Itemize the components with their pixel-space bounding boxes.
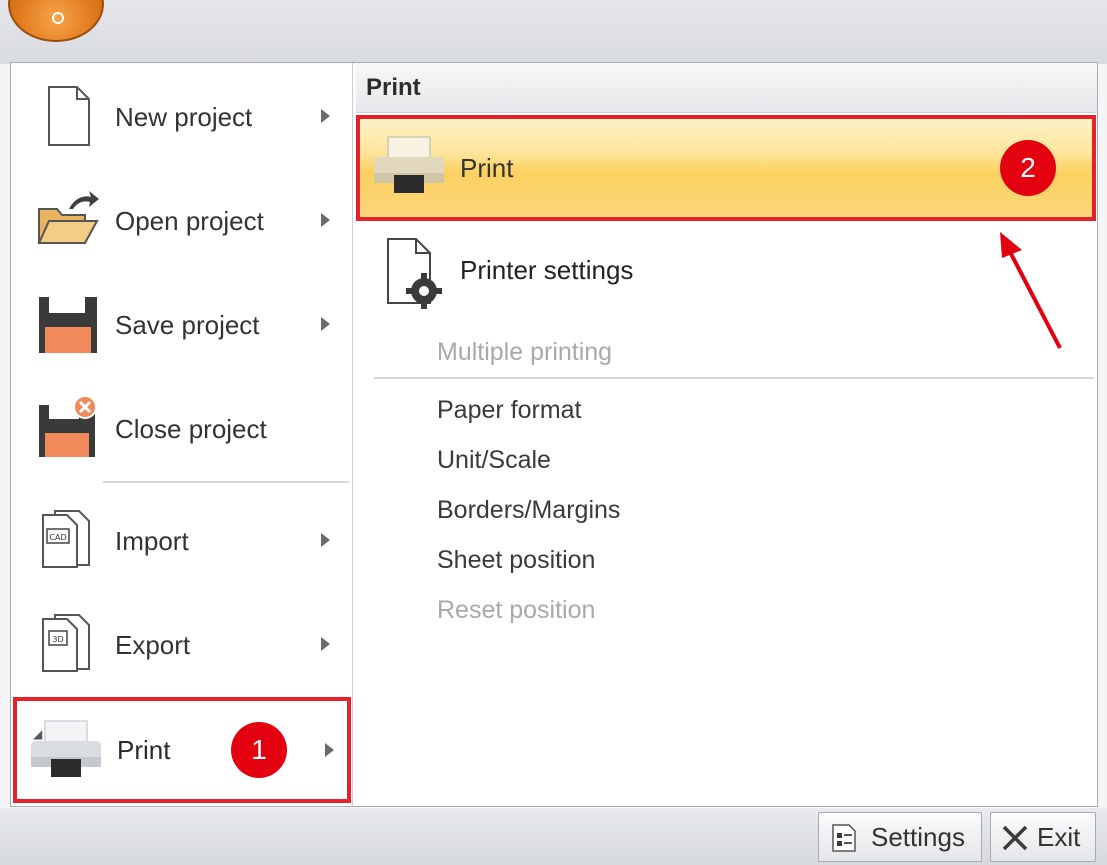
application-menu-orb[interactable] bbox=[8, 0, 104, 42]
open-folder-icon bbox=[37, 191, 99, 244]
print-action-button[interactable]: Print 2 bbox=[356, 115, 1096, 221]
submenu-item-paper-format[interactable]: Paper format bbox=[437, 385, 582, 435]
orb-icon bbox=[52, 12, 64, 24]
close-icon bbox=[1002, 825, 1028, 851]
menu-item-print[interactable]: Print 1 bbox=[13, 697, 351, 803]
submenu-item-multiple-printing: Multiple printing bbox=[437, 338, 613, 366]
menu-item-label: New project bbox=[115, 102, 253, 132]
printer-icon bbox=[374, 136, 444, 193]
print-action-label: Print bbox=[460, 153, 514, 183]
submenu-arrow-icon bbox=[321, 109, 330, 123]
submenu-title: Print bbox=[366, 74, 421, 101]
svg-text:CAD: CAD bbox=[49, 533, 66, 542]
menu-item-label: Export bbox=[115, 630, 191, 660]
menu-item-close-project[interactable]: Close project bbox=[17, 381, 349, 477]
menu-item-label: Import bbox=[115, 526, 189, 556]
submenu-arrow-icon bbox=[321, 213, 330, 227]
menu-item-new-project[interactable]: New project bbox=[17, 69, 349, 165]
submenu-arrow-icon bbox=[321, 317, 330, 331]
print-submenu: Print Print 2 Printer settings Multiple … bbox=[356, 63, 1097, 806]
step-badge: 2 bbox=[1000, 140, 1056, 196]
cad-import-icon: CAD bbox=[42, 510, 90, 568]
menu-item-open-project[interactable]: Open project bbox=[17, 173, 349, 269]
submenu-arrow-icon bbox=[321, 533, 330, 547]
submenu-item-unit-scale[interactable]: Unit/Scale bbox=[437, 435, 551, 485]
settings-sheet-icon bbox=[832, 824, 856, 852]
submenu-item-borders-margins[interactable]: Borders/Margins bbox=[437, 485, 620, 535]
3d-export-icon: 3D bbox=[42, 614, 90, 672]
submenu-header: Print bbox=[356, 63, 1097, 113]
menu-footer: Settings Exit bbox=[0, 808, 1107, 865]
menu-item-label: Print bbox=[117, 735, 171, 765]
exit-button-label: Exit bbox=[1037, 822, 1081, 852]
annotation-arrow-icon bbox=[1000, 232, 1062, 349]
floppy-disk-icon bbox=[39, 297, 97, 353]
printer-settings-label: Printer settings bbox=[460, 255, 634, 285]
svg-text:3D: 3D bbox=[52, 635, 63, 644]
menu-item-import[interactable]: CAD Import bbox=[17, 493, 349, 589]
menu-item-label: Open project bbox=[115, 206, 264, 236]
step-badge: 1 bbox=[231, 722, 287, 778]
menu-item-label: Save project bbox=[115, 310, 260, 340]
submenu-divider bbox=[374, 377, 1094, 379]
close-floppy-icon bbox=[39, 395, 97, 457]
submenu-arrow-icon bbox=[325, 743, 334, 757]
title-strip bbox=[0, 0, 1107, 64]
printer-icon bbox=[31, 720, 101, 777]
settings-button-label: Settings bbox=[871, 822, 965, 852]
main-menu-list: New project Open project Save project Cl… bbox=[11, 63, 353, 806]
printer-settings-icon bbox=[387, 238, 442, 309]
submenu-arrow-icon bbox=[321, 637, 330, 651]
menu-item-export[interactable]: 3D Export bbox=[17, 597, 349, 693]
menu-item-label: Close project bbox=[115, 414, 267, 444]
menu-divider bbox=[103, 481, 349, 483]
menu-item-save-project[interactable]: Save project bbox=[17, 277, 349, 373]
submenu-item-reset-position: Reset position bbox=[437, 596, 596, 624]
new-document-icon bbox=[48, 86, 90, 146]
application-menu: New project Open project Save project Cl… bbox=[10, 62, 1098, 807]
submenu-item-sheet-position[interactable]: Sheet position bbox=[437, 535, 595, 585]
exit-button[interactable]: Exit bbox=[990, 812, 1096, 862]
settings-button[interactable]: Settings bbox=[818, 812, 982, 862]
